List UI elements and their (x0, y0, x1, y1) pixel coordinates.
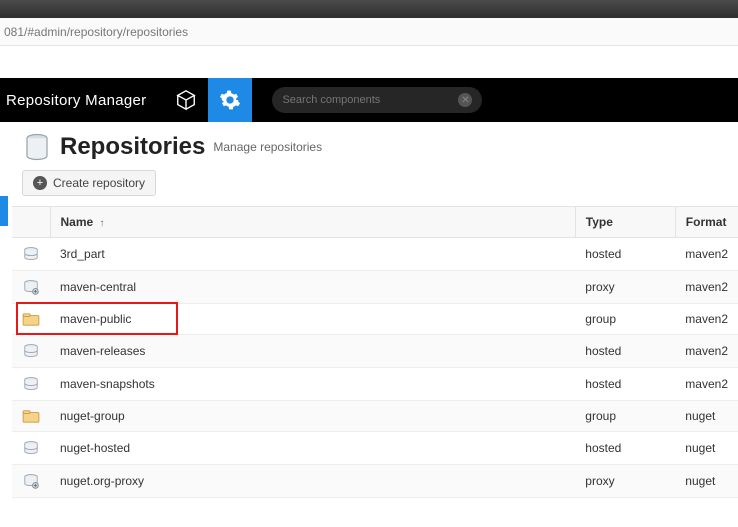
repo-type-cell: group (575, 304, 675, 335)
repo-name-cell: maven-snapshots (50, 368, 575, 401)
main-panel: Repositories Manage repositories + Creat… (12, 122, 738, 527)
repo-name-cell: 3rd_part (50, 238, 575, 271)
repo-format-cell: nuget (675, 401, 738, 432)
browser-url-bar[interactable]: 081/#admin/repository/repositories (0, 18, 738, 46)
repo-type-cell: group (575, 401, 675, 432)
repo-type-cell: hosted (575, 432, 675, 465)
col-name[interactable]: Name ↑ (50, 207, 575, 238)
repo-name-cell: maven-releases (50, 335, 575, 368)
repo-name-cell: nuget-group (50, 401, 575, 432)
browse-mode-button[interactable] (164, 78, 208, 122)
repo-type-icon (12, 271, 50, 304)
repo-format-cell: nuget (675, 432, 738, 465)
table-row[interactable]: nuget-hostedhostednuget (12, 432, 738, 465)
search-box[interactable]: ✕ (272, 87, 482, 113)
table-row[interactable]: maven-publicgroupmaven2 (12, 304, 738, 335)
repo-name-cell: nuget.org-proxy (50, 465, 575, 498)
plus-icon: + (33, 176, 47, 190)
repo-type-cell: hosted (575, 368, 675, 401)
repo-type-cell: hosted (575, 238, 675, 271)
repo-format-cell: maven2 (675, 304, 738, 335)
page-title: Repositories (60, 133, 205, 161)
col-format[interactable]: Format (675, 207, 738, 238)
repo-format-cell: maven2 (675, 335, 738, 368)
table-row[interactable]: maven-releaseshostedmaven2 (12, 335, 738, 368)
repo-type-icon (12, 368, 50, 401)
table-header-row: Name ↑ Type Format (12, 207, 738, 238)
sidebar-accent (0, 196, 8, 226)
repo-name-cell: nuget-hosted (50, 432, 575, 465)
repo-type-icon (12, 238, 50, 271)
create-repository-button[interactable]: + Create repository (22, 170, 156, 196)
admin-mode-button[interactable] (208, 78, 252, 122)
repo-name-cell: maven-public (50, 304, 575, 335)
sort-asc-icon: ↑ (100, 218, 105, 229)
brand-title: Repository Manager (0, 92, 164, 109)
repositories-table: Name ↑ Type Format 3rd_parthostedmaven2m… (12, 206, 738, 498)
page-header: Repositories Manage repositories (12, 122, 738, 170)
browser-tabbar (0, 0, 738, 18)
repo-type-icon (12, 335, 50, 368)
create-label: Create repository (53, 176, 145, 190)
repo-format-cell: maven2 (675, 238, 738, 271)
col-icon[interactable] (12, 207, 50, 238)
search-clear-icon[interactable]: ✕ (458, 93, 472, 107)
spacer (0, 46, 738, 78)
repo-type-cell: hosted (575, 335, 675, 368)
table-row[interactable]: nuget.org-proxyproxynuget (12, 465, 738, 498)
repo-type-icon (12, 304, 50, 335)
repo-type-icon (12, 401, 50, 432)
col-type[interactable]: Type (575, 207, 675, 238)
search-input[interactable] (282, 94, 458, 106)
table-row[interactable]: maven-snapshotshostedmaven2 (12, 368, 738, 401)
repo-format-cell: nuget (675, 465, 738, 498)
table-row[interactable]: 3rd_parthostedmaven2 (12, 238, 738, 271)
repo-name-cell: maven-central (50, 271, 575, 304)
repo-type-cell: proxy (575, 271, 675, 304)
table-row[interactable]: maven-centralproxymaven2 (12, 271, 738, 304)
repo-format-cell: maven2 (675, 368, 738, 401)
app-header: Repository Manager ✕ (0, 78, 738, 122)
repo-type-cell: proxy (575, 465, 675, 498)
repo-type-icon (12, 465, 50, 498)
repo-format-cell: maven2 (675, 271, 738, 304)
page-subtitle: Manage repositories (213, 140, 322, 154)
table-row[interactable]: nuget-groupgroupnuget (12, 401, 738, 432)
repositories-icon (22, 132, 52, 162)
url-fragment: 081/#admin/repository/repositories (4, 25, 188, 39)
repo-type-icon (12, 432, 50, 465)
